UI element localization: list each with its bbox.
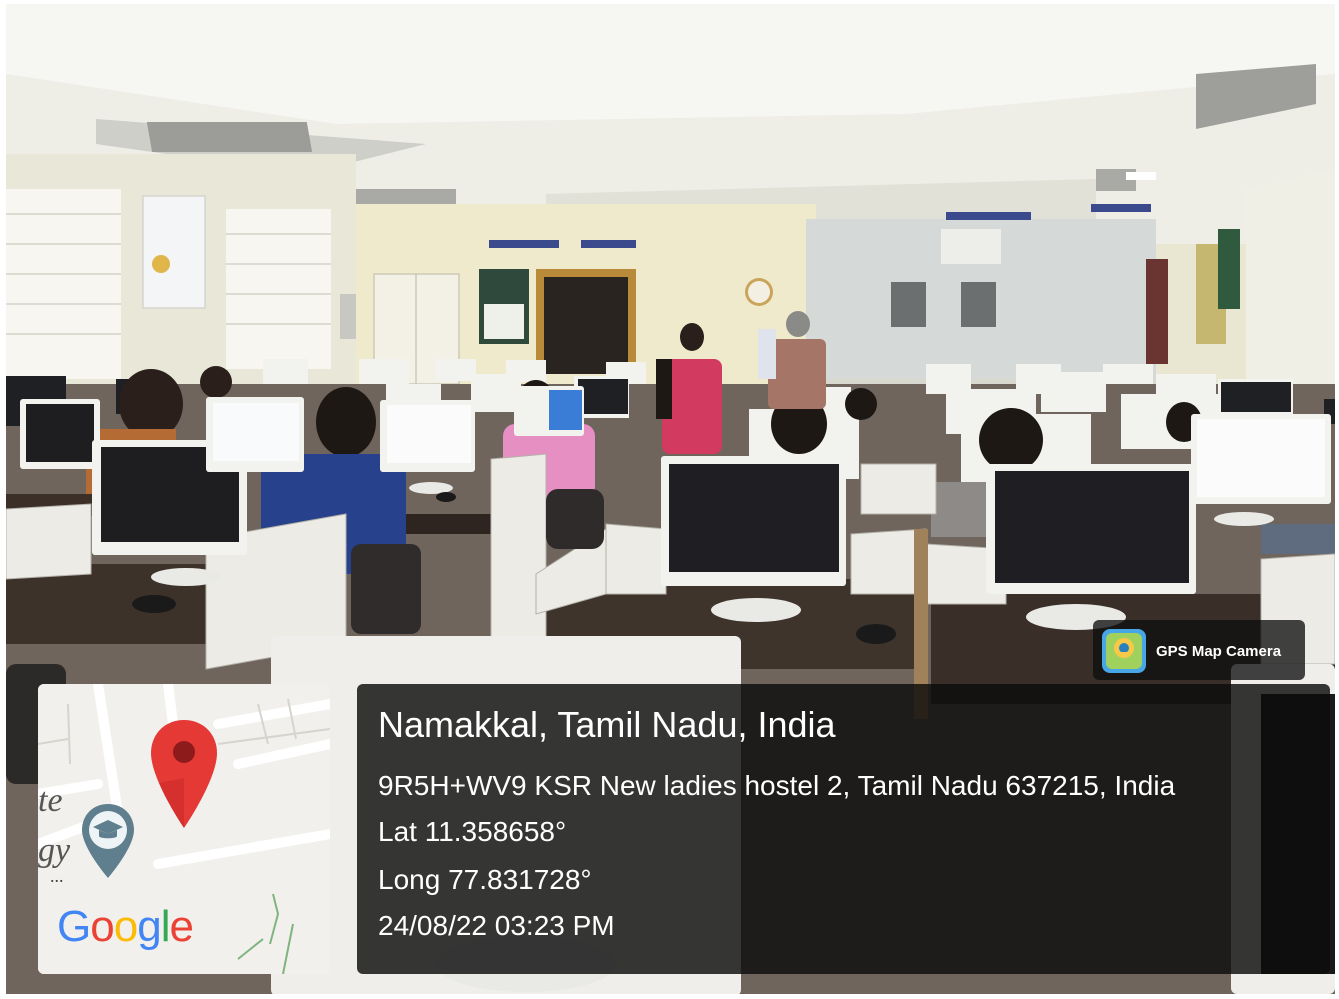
location-pin-icon	[151, 720, 217, 828]
graduation-cap-icon	[82, 804, 134, 878]
map-partial-label-3: ...	[50, 866, 64, 886]
location-address: 9R5H+WV9 KSR New ladies hostel 2, Tamil …	[378, 770, 1176, 801]
location-latitude: Lat 11.358658°	[378, 816, 567, 847]
map-partial-label-1: te	[38, 782, 63, 819]
geotagged-photo: te gy ... Google Namakkal, Tamil Nadu, I…	[0, 0, 1339, 999]
map-thumbnail: te gy ... Google	[38, 684, 330, 974]
map-partial-label-2: gy	[38, 832, 71, 869]
location-timestamp: 24/08/22 03:23 PM	[378, 910, 615, 941]
gps-map-camera-icon	[1102, 629, 1146, 673]
location-city-line: Namakkal, Tamil Nadu, India	[378, 704, 836, 745]
location-longitude: Long 77.831728°	[378, 864, 592, 895]
google-logo: Google	[57, 902, 194, 951]
gps-map-camera-label: GPS Map Camera	[1156, 643, 1282, 660]
